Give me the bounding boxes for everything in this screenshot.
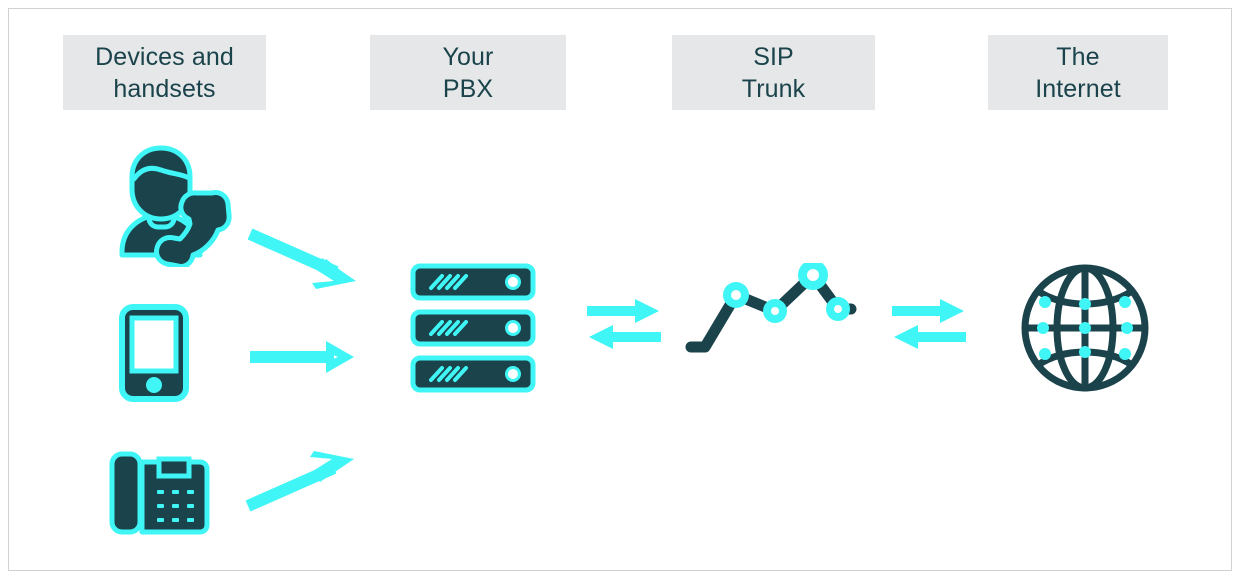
arrow-right-icon — [892, 299, 964, 323]
server-unit — [410, 309, 536, 347]
mobile-phone-icon — [118, 303, 190, 403]
column-header-devices-label: Devices and handsets — [95, 42, 234, 103]
column-header-internet: The Internet — [988, 35, 1168, 110]
connector-sip-to-internet-bidirectional-arrows — [892, 299, 966, 349]
chart-node — [826, 297, 850, 321]
chart-node — [723, 282, 749, 308]
desk-phone-icon — [108, 450, 212, 536]
network-line-chart-icon — [683, 260, 859, 355]
server-unit — [410, 355, 536, 393]
connector-deskphone-to-pbx-arrow — [245, 450, 356, 512]
column-header-sip: SIP Trunk — [672, 35, 875, 110]
diagram-canvas: Devices and handsets Your PBX SIP Trunk … — [0, 0, 1240, 579]
connector-person-to-pbx-arrow — [247, 228, 358, 290]
column-header-pbx: Your PBX — [370, 35, 566, 110]
server-unit — [410, 263, 536, 301]
arrow-right-icon — [587, 299, 659, 323]
column-header-pbx-label: Your PBX — [442, 42, 494, 103]
column-header-internet-label: The Internet — [1035, 42, 1121, 103]
chart-node — [763, 299, 787, 323]
column-header-devices: Devices and handsets — [63, 35, 266, 110]
connector-pbx-to-sip-bidirectional-arrows — [587, 299, 661, 349]
column-header-sip-label: SIP Trunk — [741, 42, 806, 103]
arrow-left-icon — [894, 325, 966, 349]
person-with-phone-handset-icon — [108, 143, 234, 269]
server-stack-icon — [409, 262, 537, 394]
arrow-left-icon — [589, 325, 661, 349]
connector-mobile-to-pbx-arrow — [250, 340, 356, 374]
globe-network-icon — [1018, 262, 1152, 394]
